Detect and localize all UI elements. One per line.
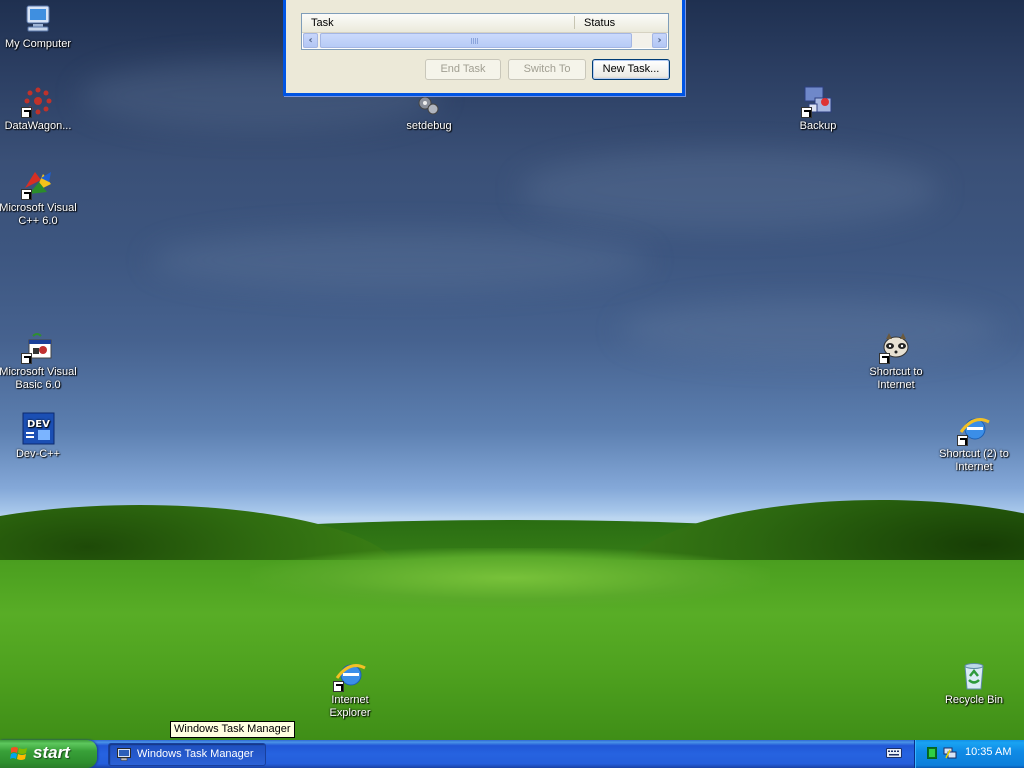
dev-cpp-icon: DEV xyxy=(21,412,55,446)
shortcut-arrow-icon xyxy=(21,107,32,118)
task-list-header: Task Status xyxy=(302,14,668,33)
raccoon-icon xyxy=(879,330,913,364)
column-divider[interactable] xyxy=(574,16,575,29)
task-manager-tray-icon[interactable] xyxy=(927,747,937,759)
desktop-icon-visual-cpp[interactable]: Microsoft Visual C++ 6.0 xyxy=(0,166,78,228)
windows-flag-icon xyxy=(10,747,27,760)
keyboard-icon[interactable] xyxy=(886,747,902,759)
desktop-icon-label: Shortcut to Internet xyxy=(869,366,923,391)
scrollbar-thumb[interactable] xyxy=(320,33,632,48)
switch-to-button[interactable]: Switch To xyxy=(508,59,586,80)
network-icon[interactable] xyxy=(943,746,957,760)
desktop-icon-label: My Computer xyxy=(4,38,72,50)
column-header-task[interactable]: Task xyxy=(311,17,334,29)
desktop-icon-label: DataWagon... xyxy=(4,120,72,132)
task-manager-icon xyxy=(117,748,131,761)
task-manager-body: Task Status ‹ › End Task Switch To New T… xyxy=(286,0,682,93)
recycle-bin-icon xyxy=(957,658,991,692)
cloud xyxy=(520,150,940,230)
desktop-icon-shortcut-to-internet[interactable]: Shortcut to Internet xyxy=(856,330,936,392)
scroll-right-button[interactable]: › xyxy=(652,33,667,48)
desktop-icon-backup[interactable]: Backup xyxy=(778,84,858,133)
desktop-icon-label: Dev-C++ xyxy=(15,448,61,460)
internet-explorer-icon xyxy=(333,658,367,692)
shortcut-arrow-icon xyxy=(333,681,344,692)
visual-basic-icon xyxy=(21,330,55,364)
shortcut-arrow-icon xyxy=(21,353,32,364)
desktop-icon-setdebug[interactable]: setdebug xyxy=(389,94,469,133)
cloud xyxy=(150,230,650,290)
desktop-icon-label: Shortcut (2) to Internet xyxy=(939,448,1009,473)
shortcut-arrow-icon xyxy=(801,107,812,118)
end-task-button[interactable]: End Task xyxy=(425,59,501,80)
grass-field xyxy=(250,548,770,608)
cloud xyxy=(620,300,1000,360)
desktop-icon-label: setdebug xyxy=(406,120,452,132)
desktop-icon-label: Backup xyxy=(799,120,837,132)
horizontal-scrollbar[interactable]: ‹ › xyxy=(303,33,667,48)
grip-icon xyxy=(471,38,479,44)
start-label: start xyxy=(33,743,70,762)
task-manager-window[interactable]: Task Status ‹ › End Task Switch To New T… xyxy=(283,0,685,96)
internet-explorer-icon xyxy=(957,412,991,446)
taskbar-tooltip: Windows Task Manager xyxy=(170,721,295,738)
desktop-icon-label: Microsoft Visual Basic 6.0 xyxy=(0,366,77,391)
desktop-icon-shortcut-2-to-internet[interactable]: Shortcut (2) to Internet xyxy=(934,412,1014,474)
desktop-icon-visual-basic[interactable]: Microsoft Visual Basic 6.0 xyxy=(0,330,78,392)
desktop-icon-label: Internet Explorer xyxy=(329,694,371,719)
desktop-icon-dev-cpp[interactable]: DEV Dev-C++ xyxy=(0,412,78,461)
desktop-icon-label: Microsoft Visual C++ 6.0 xyxy=(0,202,77,227)
shortcut-arrow-icon xyxy=(21,189,32,200)
desktop-icon-label: Recycle Bin xyxy=(944,694,1004,706)
taskbar: start Windows Task Manager xyxy=(0,740,1024,768)
setdebug-icon xyxy=(412,94,446,118)
scroll-left-button[interactable]: ‹ xyxy=(303,33,318,48)
start-button[interactable]: start xyxy=(0,740,97,768)
new-task-button[interactable]: New Task... xyxy=(592,59,670,80)
shortcut-arrow-icon xyxy=(879,353,890,364)
datawagon-icon xyxy=(21,84,55,118)
desktop-icon-internet-explorer[interactable]: Internet Explorer xyxy=(310,658,390,720)
backup-icon xyxy=(801,84,835,118)
desktop-icon-my-computer[interactable]: My Computer xyxy=(0,2,78,51)
svg-text:DEV: DEV xyxy=(27,419,50,430)
taskbar-button-task-manager[interactable]: Windows Task Manager xyxy=(108,743,266,766)
system-tray: 10:35 AM xyxy=(914,740,1024,768)
taskbar-button-label: Windows Task Manager xyxy=(137,748,254,760)
shortcut-arrow-icon xyxy=(957,435,968,446)
visual-cpp-icon xyxy=(21,166,55,200)
desktop-icon-datawagon[interactable]: DataWagon... xyxy=(0,84,78,133)
my-computer-icon xyxy=(21,2,55,36)
task-list[interactable]: Task Status ‹ › xyxy=(301,13,669,50)
column-header-status[interactable]: Status xyxy=(584,17,615,29)
desktop-icon-recycle-bin[interactable]: Recycle Bin xyxy=(934,658,1014,707)
clock[interactable]: 10:35 AM xyxy=(965,746,1011,758)
